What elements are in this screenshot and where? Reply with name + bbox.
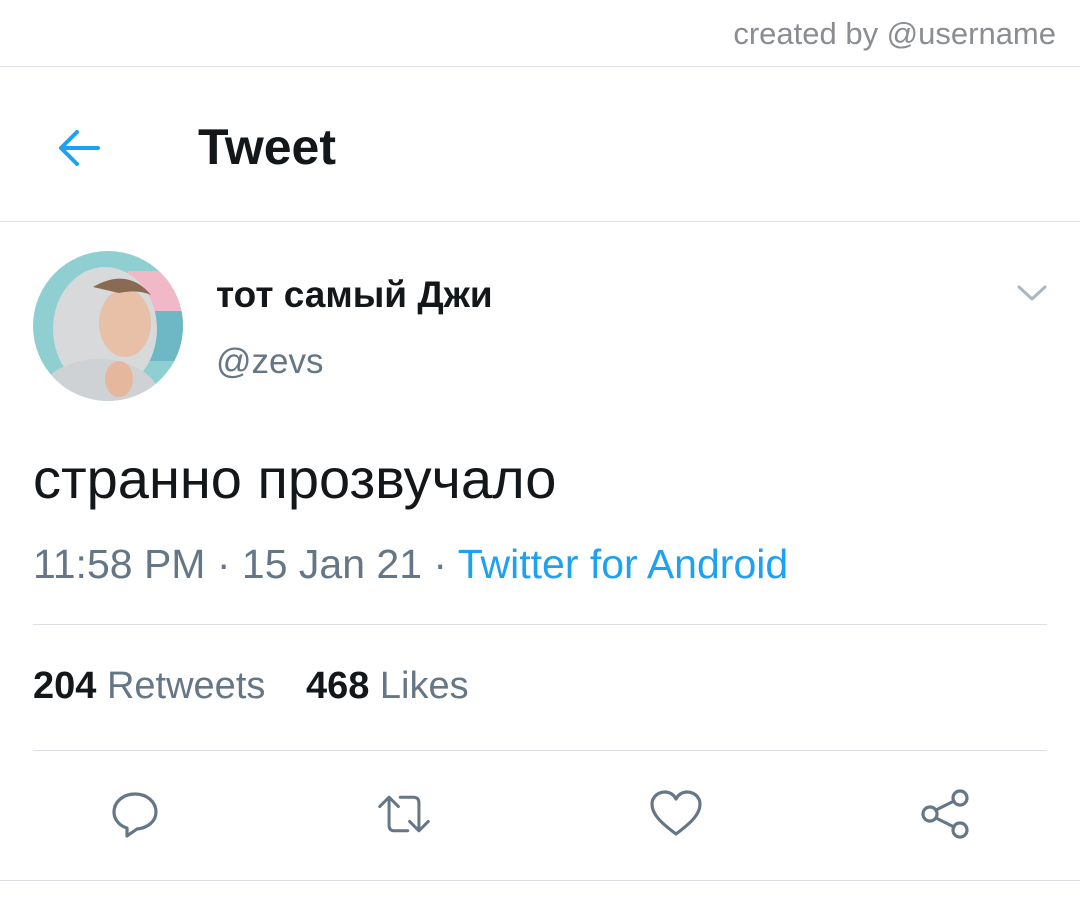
- likes-count: 468: [305, 665, 370, 707]
- retweets-count: 204: [33, 665, 97, 707]
- retweet-button[interactable]: [376, 786, 432, 842]
- author-handle[interactable]: @zevs: [216, 342, 324, 382]
- meta-separator: ·: [433, 541, 458, 587]
- like-button[interactable]: [648, 786, 704, 842]
- meta-separator: ·: [216, 541, 242, 587]
- app-header: Tweet: [0, 100, 1080, 196]
- reply-icon: [112, 792, 158, 838]
- likes-stat[interactable]: 468 Likes: [306, 665, 469, 707]
- retweets-label: Retweets: [106, 665, 266, 707]
- page-title: Tweet: [198, 119, 336, 175]
- divider: [0, 66, 1080, 67]
- like-icon: [650, 790, 702, 836]
- tweet-date: 15 Jan 21: [241, 541, 423, 587]
- tweet-source-link[interactable]: Twitter for Android: [458, 541, 788, 587]
- divider: [33, 750, 1047, 751]
- retweets-stat[interactable]: 204 Retweets: [33, 665, 276, 707]
- author-name[interactable]: тот самый Джи: [216, 274, 493, 316]
- more-options-button[interactable]: [1012, 276, 1052, 310]
- tweet-meta: 11:58 PM · 15 Jan 21 · Twitter for Andro…: [33, 541, 788, 588]
- watermark: created by @username: [733, 16, 1056, 51]
- tweet-stats: 204 Retweets 468 Likes: [33, 665, 499, 708]
- retweet-icon: [378, 795, 430, 833]
- divider: [33, 624, 1047, 625]
- chevron-down-icon: [1017, 285, 1047, 301]
- avatar[interactable]: [33, 251, 183, 401]
- back-button[interactable]: [50, 122, 106, 174]
- divider: [0, 880, 1080, 881]
- tweet-time: 11:58 PM: [33, 541, 206, 587]
- reply-button[interactable]: [107, 786, 163, 842]
- divider: [0, 221, 1080, 222]
- avatar-image: [33, 251, 183, 401]
- tweet-text: странно прозвучало: [33, 447, 557, 510]
- arrow-left-icon: [59, 130, 100, 166]
- share-button[interactable]: [918, 786, 974, 842]
- likes-label: Likes: [379, 665, 469, 707]
- share-icon: [921, 789, 969, 839]
